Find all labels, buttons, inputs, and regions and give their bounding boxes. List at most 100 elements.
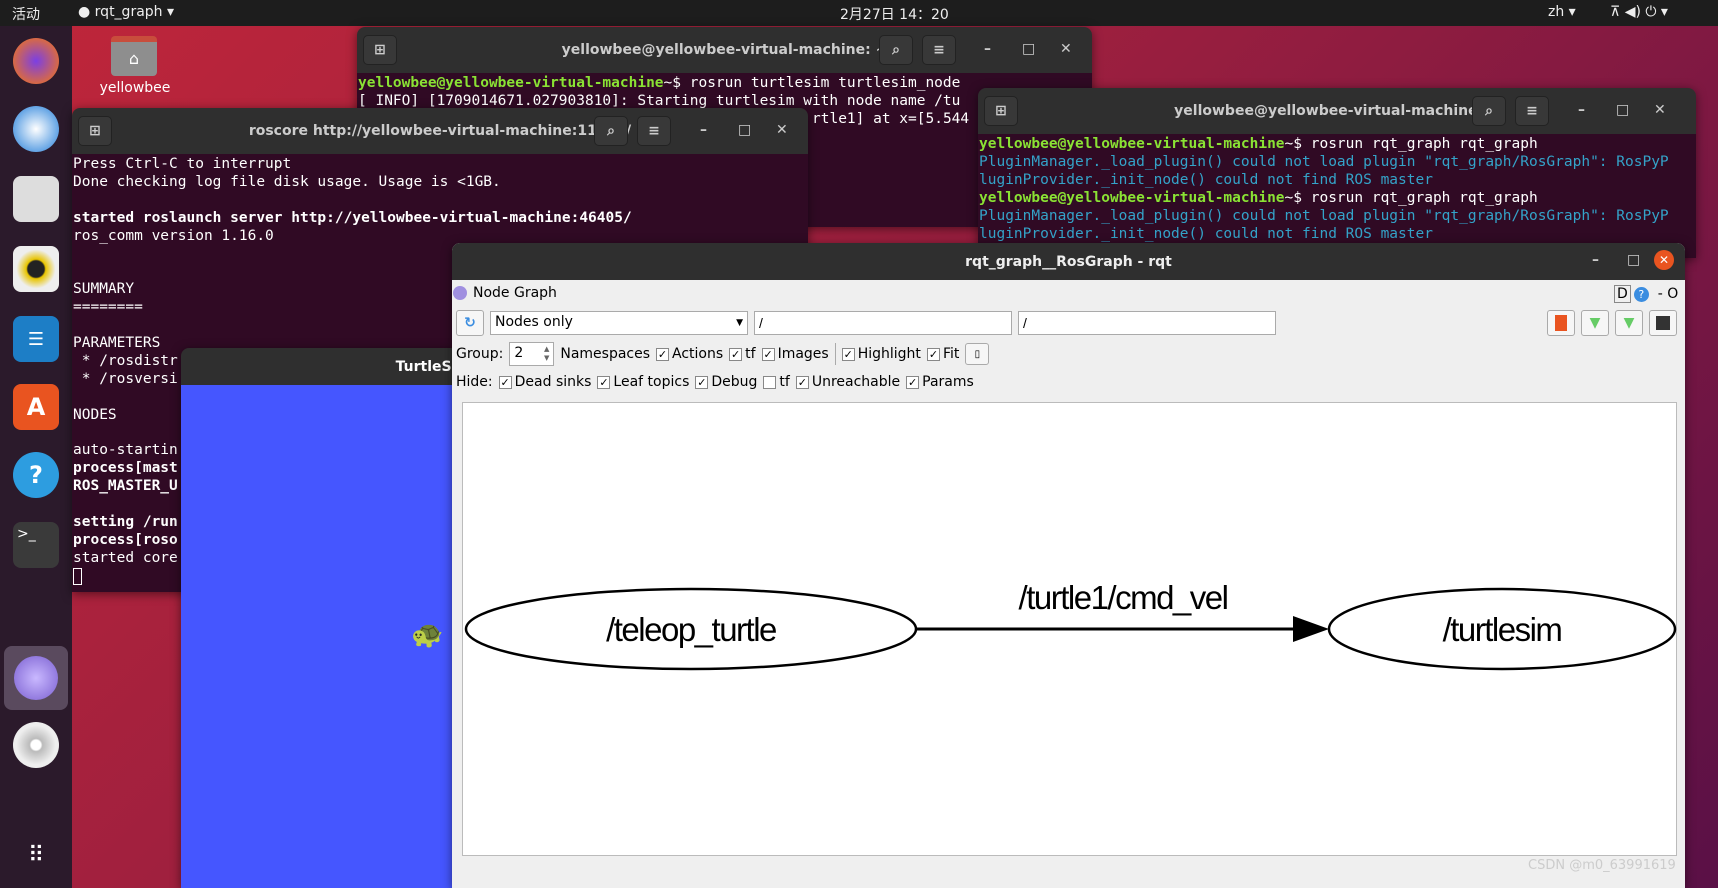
checkbox-label: Dead sinks: [514, 374, 592, 390]
checkbox-icon: ✓: [695, 375, 709, 389]
search-button[interactable]: ⌕: [594, 116, 628, 146]
checkbox-params[interactable]: ✓ Params: [906, 374, 974, 390]
checkbox-actions[interactable]: ✓ Actions: [656, 346, 723, 362]
close-button[interactable]: ✕: [1654, 250, 1674, 270]
prompt: yellowbee@yellowbee-virtual-machine: [979, 136, 1285, 152]
system-menu-icons[interactable]: ⊼ ◀) ⏻ ▾: [1610, 4, 1668, 20]
language-menu[interactable]: zh ▾: [1548, 4, 1576, 20]
rqt-graph-window[interactable]: rqt_graph__RosGraph - rqt – □ ✕ Node Gra…: [452, 243, 1685, 888]
command: ~$ rosrun turtlesim turtlesim_node: [663, 75, 961, 91]
checkbox-icon: ✓: [597, 375, 611, 389]
turtlesim-canvas: 🐢: [181, 385, 481, 888]
minimize-button[interactable]: –: [700, 122, 707, 138]
graph-node-label: /turtlesim: [1443, 611, 1562, 648]
help-icon[interactable]: ?: [1633, 286, 1649, 302]
checkbox-highlight[interactable]: ✓ Highlight: [841, 346, 921, 362]
checkbox-tf[interactable]: ✓ tf: [729, 346, 756, 362]
checkbox-debug[interactable]: ✓ Debug: [695, 374, 757, 390]
prompt: yellowbee@yellowbee-virtual-machine: [358, 75, 664, 91]
output-line: Done checking log file disk usage. Usage…: [73, 173, 501, 190]
save-icon: ▼: [1589, 315, 1601, 331]
checkbox-label: Params: [922, 374, 974, 390]
app-menu[interactable]: ● rqt_graph ▾: [78, 4, 174, 20]
close-button[interactable]: ✕: [1060, 41, 1072, 57]
home-folder-icon: ⌂: [111, 36, 157, 76]
checkbox-unreachable[interactable]: ✓ Unreachable: [795, 374, 900, 390]
maximize-button[interactable]: □: [738, 122, 751, 138]
group-label: Group:: [456, 346, 504, 362]
minimize-button[interactable]: –: [1578, 102, 1585, 118]
turtlesim-window[interactable]: TurtleSim 🐢: [181, 348, 481, 888]
checkbox-icon: ✓: [906, 375, 920, 389]
error-line: luginProvider._init_node() could not fin…: [979, 225, 1433, 242]
plugin-window-controls[interactable]: - O: [1658, 286, 1679, 302]
new-tab-button[interactable]: ⊞: [363, 35, 397, 65]
divider: [834, 343, 836, 365]
save-dot-button[interactable]: ▼: [1581, 310, 1609, 336]
software-icon[interactable]: A: [13, 384, 59, 430]
menu-button[interactable]: ≡: [1515, 96, 1549, 126]
terminal-window-rqt[interactable]: ⊞ yellowbee@yellowbee-virtual-machine: ~…: [978, 88, 1696, 258]
maximize-button[interactable]: □: [1616, 102, 1629, 118]
group-value: 2: [514, 345, 524, 361]
clock[interactable]: 2月27日 14：20: [840, 4, 949, 24]
group-spinbox[interactable]: 2 ▲ ▼: [509, 342, 555, 366]
files-icon[interactable]: [13, 176, 59, 222]
checkbox-namespaces[interactable]: Namespaces: [560, 346, 650, 362]
mode-select[interactable]: Nodes only ▼: [490, 311, 748, 335]
maximize-button[interactable]: □: [1627, 252, 1640, 268]
image-icon: [1656, 316, 1670, 330]
command: ~$ rosrun rqt_graph rqt_graph: [1284, 136, 1538, 152]
checkbox-label: Highlight: [857, 346, 921, 362]
rqt-icon[interactable]: [14, 656, 58, 700]
checkbox-fit[interactable]: ✓ Fit: [926, 346, 959, 362]
terminal-output[interactable]: yellowbee@yellowbee-virtual-machine~$ ro…: [978, 134, 1696, 258]
dock-toggle-button[interactable]: D: [1614, 285, 1631, 303]
close-button[interactable]: ✕: [776, 122, 788, 138]
close-button[interactable]: ✕: [1654, 102, 1666, 118]
checkbox-dead-sinks[interactable]: ✓ Dead sinks: [498, 374, 592, 390]
checkbox-label: Leaf topics: [613, 374, 690, 390]
checkbox-icon: ✓: [729, 347, 743, 361]
firefox-icon[interactable]: [13, 38, 59, 84]
search-button[interactable]: ⌕: [1472, 96, 1506, 126]
menu-button[interactable]: ≡: [922, 35, 956, 65]
checkbox-leaf-topics[interactable]: ✓ Leaf topics: [597, 374, 689, 390]
checkbox-tf[interactable]: tf: [763, 374, 790, 390]
maximize-button[interactable]: □: [1022, 41, 1035, 57]
window-title: yellowbee@yellowbee-virtual-machine: ~: [1174, 103, 1500, 119]
libreoffice-writer-icon[interactable]: ☰: [13, 316, 59, 362]
quiet-button[interactable]: ▯: [965, 343, 990, 365]
output-line: started roslaunch server http://yellowbe…: [73, 209, 632, 226]
save-svg-button[interactable]: ▼: [1615, 310, 1643, 336]
new-tab-button[interactable]: ⊞: [78, 116, 112, 146]
checkbox-images[interactable]: ✓ Images: [761, 346, 829, 362]
graph-canvas[interactable]: /teleop_turtle /turtlesim /turtle1/cmd_v…: [462, 402, 1677, 856]
rhythmbox-icon[interactable]: [13, 246, 59, 292]
error-line: PluginManager._load_plugin() could not l…: [979, 153, 1669, 170]
topic-filter-input[interactable]: [1018, 311, 1276, 335]
node-filter-input[interactable]: [754, 311, 1012, 335]
terminal-icon[interactable]: >_: [13, 522, 59, 568]
checkbox-icon: [763, 375, 777, 389]
minimize-button[interactable]: –: [1592, 252, 1599, 268]
menu-button[interactable]: ≡: [637, 116, 671, 146]
show-apps-icon[interactable]: ⠿: [13, 832, 59, 878]
minimize-button[interactable]: –: [984, 41, 991, 57]
load-dot-button[interactable]: [1547, 310, 1575, 336]
arrow-head-icon: [1293, 616, 1329, 642]
new-tab-button[interactable]: ⊞: [984, 96, 1018, 126]
refresh-button[interactable]: ↻: [456, 310, 484, 336]
plugin-icon: [453, 286, 467, 300]
dvd-icon[interactable]: [13, 722, 59, 768]
checkbox-label: Actions: [672, 346, 724, 362]
save-image-button[interactable]: [1649, 310, 1677, 336]
thunderbird-icon[interactable]: [13, 106, 59, 152]
checkbox-label: tf: [779, 374, 790, 390]
activities-button[interactable]: 活动: [12, 4, 40, 24]
top-bar: 活动 ● rqt_graph ▾ 2月27日 14：20 zh ▾ ⊼ ◀) ⏻…: [0, 0, 1718, 26]
search-button[interactable]: ⌕: [879, 35, 913, 65]
output-line: rtle1] at x=[5.544: [812, 110, 970, 127]
home-folder[interactable]: ⌂ yellowbee: [100, 36, 170, 96]
help-icon[interactable]: ?: [13, 452, 59, 498]
